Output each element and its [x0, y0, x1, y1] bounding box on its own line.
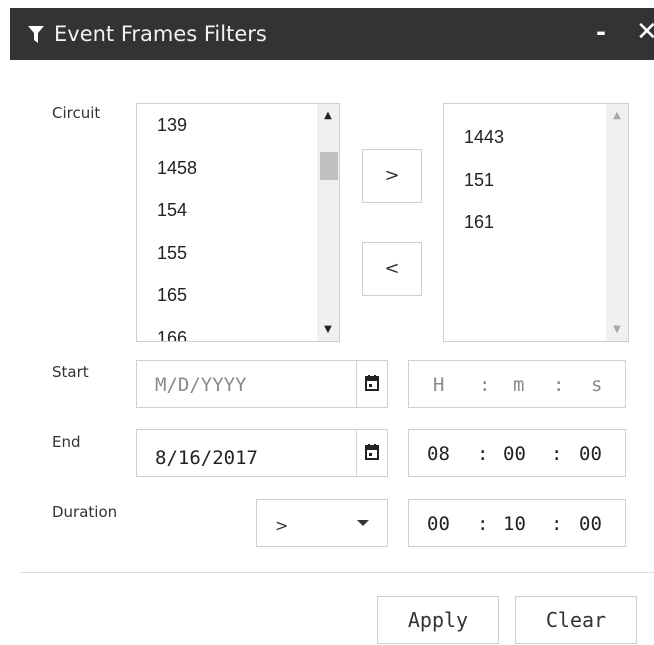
list-item[interactable]: 155 [157, 242, 197, 285]
circuit-label: Circuit [52, 104, 101, 122]
list-item[interactable]: 166 [157, 327, 197, 342]
selected-circuits-list[interactable]: 1443 151 161 ▲ ▼ [443, 103, 629, 342]
list-item[interactable]: 154 [157, 199, 197, 242]
duration-minute: 10 [503, 513, 526, 535]
available-circuits-list[interactable]: 139 1458 154 155 165 166 ▲ ▼ [136, 103, 340, 342]
duration-label: Duration [52, 503, 118, 521]
filter-icon [28, 26, 44, 48]
end-date-value: 8/16/2017 [155, 447, 258, 469]
scroll-down-arrow-icon[interactable]: ▼ [606, 324, 628, 335]
time-separator: : [477, 443, 489, 465]
duration-operator-select[interactable]: > [256, 499, 388, 547]
add-circuit-button[interactable]: > [362, 149, 422, 203]
list-item[interactable]: 165 [157, 284, 197, 327]
clear-button[interactable]: Clear [515, 596, 637, 644]
end-minute: 00 [503, 443, 526, 465]
list-item[interactable]: 1458 [157, 157, 197, 200]
start-time-input[interactable]: H : m : s [408, 360, 626, 408]
scrollbar[interactable]: ▲ ▼ [317, 104, 339, 341]
duration-time-input[interactable]: 00 : 10 : 00 [408, 499, 626, 547]
time-separator: : [551, 443, 563, 465]
time-separator: : [479, 374, 491, 396]
list-item[interactable]: 151 [464, 169, 504, 212]
dialog-titlebar: Event Frames Filters - ✕ [10, 8, 654, 60]
end-time-input[interactable]: 08 : 00 : 00 [408, 429, 626, 477]
scrollbar-thumb[interactable] [320, 152, 338, 180]
close-button[interactable]: ✕ [636, 17, 654, 47]
start-date-input[interactable]: M/D/YYYY [136, 360, 388, 408]
caret-down-icon [357, 520, 369, 526]
start-date-picker-button[interactable] [356, 361, 387, 407]
time-separator: : [477, 513, 489, 535]
minimize-button[interactable]: - [596, 18, 606, 46]
list-item[interactable]: 161 [464, 211, 504, 254]
scrollbar[interactable]: ▲ ▼ [606, 104, 628, 341]
apply-button[interactable]: Apply [377, 596, 499, 644]
scroll-up-arrow-icon[interactable]: ▲ [606, 110, 628, 121]
scroll-up-arrow-icon[interactable]: ▲ [317, 110, 339, 121]
end-date-picker-button[interactable] [356, 430, 387, 476]
time-separator: : [553, 374, 565, 396]
time-separator: : [551, 513, 563, 535]
end-date-input[interactable]: 8/16/2017 [136, 429, 388, 477]
duration-hour: 00 [427, 513, 450, 535]
list-item[interactable]: 139 [157, 114, 197, 157]
start-label: Start [52, 363, 89, 381]
remove-circuit-button[interactable]: < [362, 242, 422, 296]
end-hour: 08 [427, 443, 450, 465]
list-item[interactable]: 1443 [464, 126, 504, 169]
second-placeholder: s [591, 374, 603, 396]
end-label: End [52, 433, 81, 451]
minute-placeholder: m [513, 374, 525, 396]
divider [20, 572, 654, 573]
end-second: 00 [579, 443, 602, 465]
duration-operator-value: > [275, 516, 289, 535]
start-date-placeholder: M/D/YYYY [155, 374, 247, 396]
scroll-down-arrow-icon[interactable]: ▼ [317, 324, 339, 335]
dialog-title: Event Frames Filters [54, 22, 267, 46]
hour-placeholder: H [433, 374, 445, 396]
duration-second: 00 [579, 513, 602, 535]
